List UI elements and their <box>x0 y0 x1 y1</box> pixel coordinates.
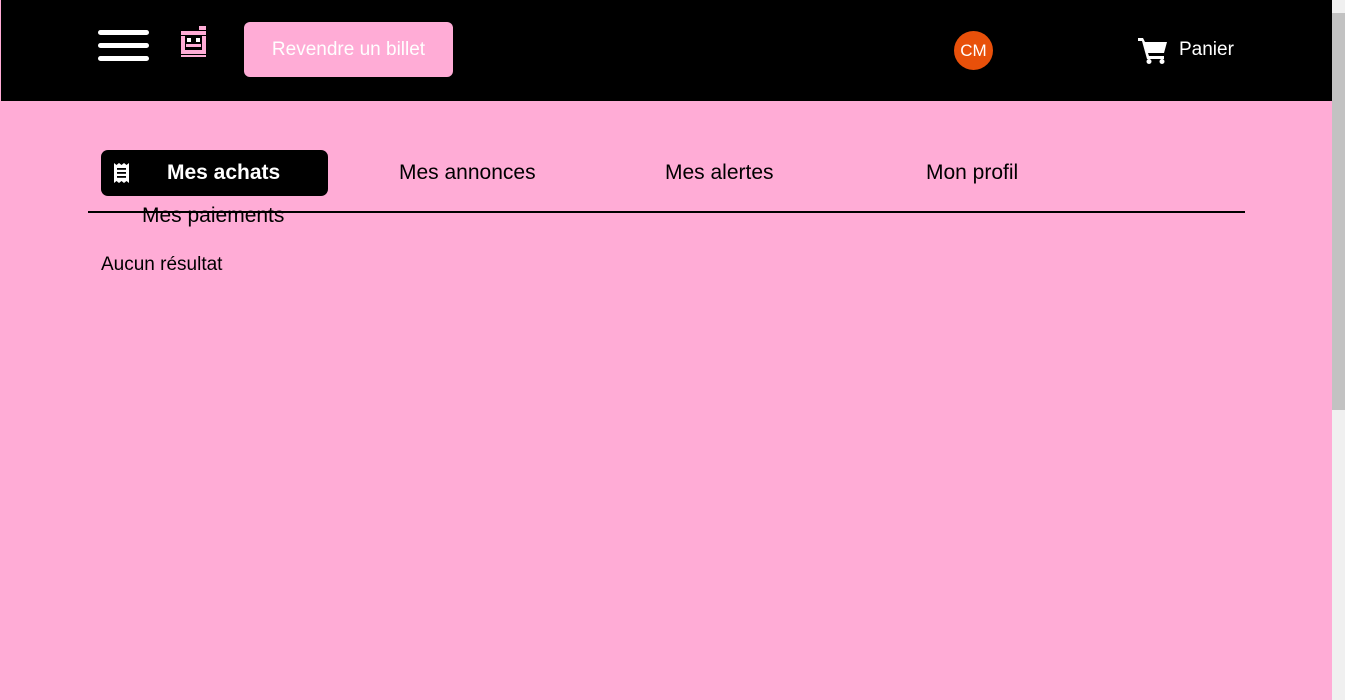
user-avatar[interactable]: CM <box>954 31 993 70</box>
pixel-logo-icon[interactable] <box>179 26 208 58</box>
top-header: Revendre un billet CM Panier <box>1 0 1332 101</box>
tab-mes-achats[interactable]: Mes achats <box>101 150 328 196</box>
tab-label: Mes achats <box>167 161 281 184</box>
empty-results-message: Aucun résultat <box>101 254 223 275</box>
tab-mes-paiements[interactable]: Mes paiements <box>142 204 284 228</box>
tabs-divider <box>88 211 1245 213</box>
tab-mon-profil[interactable]: Mon profil <box>926 161 1018 185</box>
hamburger-menu-icon[interactable] <box>98 28 149 62</box>
receipt-icon <box>114 163 129 183</box>
resell-ticket-button[interactable]: Revendre un billet <box>244 22 453 77</box>
page: Revendre un billet CM Panier Mes achats … <box>0 0 1332 700</box>
tab-mes-alertes[interactable]: Mes alertes <box>665 161 774 185</box>
shopping-cart-icon <box>1138 38 1167 64</box>
scrollbar-thumb[interactable] <box>1332 13 1345 410</box>
vertical-scrollbar[interactable] <box>1332 0 1345 700</box>
tab-mes-annonces[interactable]: Mes annonces <box>399 161 536 185</box>
cart-label: Panier <box>1179 39 1234 60</box>
cart-button[interactable]: Panier <box>1138 36 1234 64</box>
